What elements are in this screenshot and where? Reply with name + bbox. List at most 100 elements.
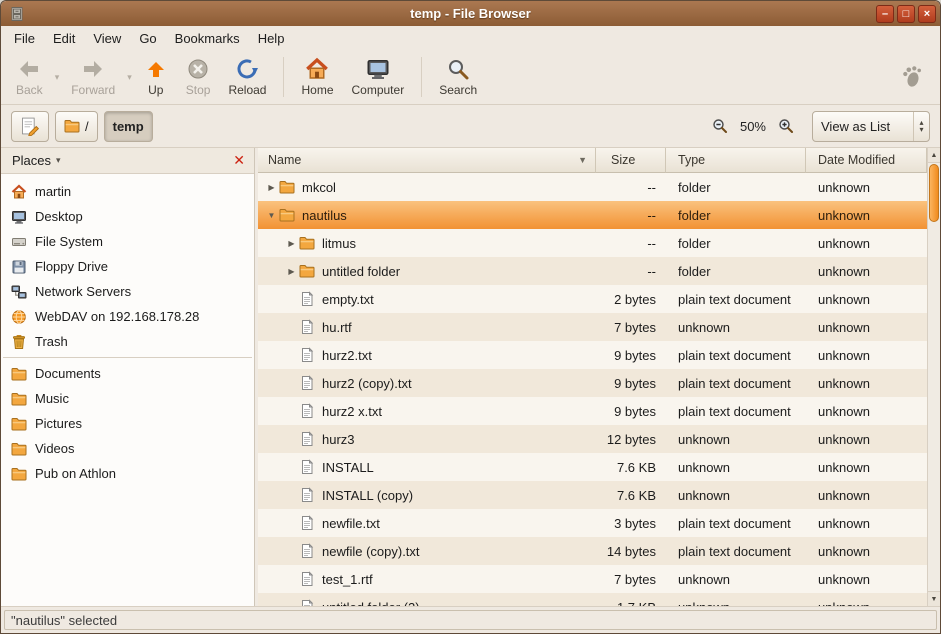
table-row[interactable]: empty.txt 2 bytes plain text document un…: [258, 285, 927, 313]
sidebar-item-floppy-drive[interactable]: Floppy Drive: [1, 254, 254, 279]
cell-date: unknown: [806, 404, 927, 419]
stop-button[interactable]: Stop: [177, 54, 220, 100]
cell-type: plain text document: [666, 404, 806, 419]
cell-type: folder: [666, 264, 806, 279]
path-button-temp[interactable]: temp: [104, 111, 153, 142]
toggle-location-entry-button[interactable]: [11, 111, 49, 142]
gnome-throbber-icon: [900, 65, 924, 89]
text-file-icon: [299, 319, 315, 335]
expander-icon[interactable]: ▶: [284, 239, 299, 248]
sort-indicator-icon: ▼: [578, 155, 587, 165]
cell-type: unknown: [666, 600, 806, 607]
sidebar-item-martin[interactable]: martin: [1, 179, 254, 204]
scroll-up-button[interactable]: ▲: [928, 148, 940, 163]
cell-type: folder: [666, 208, 806, 223]
menu-help[interactable]: Help: [249, 28, 294, 49]
zoom-out-button[interactable]: [708, 114, 732, 138]
places-selector-button[interactable]: Places ▾: [6, 151, 67, 170]
table-row[interactable]: untitled folder (2) 1.7 KB unknown unkno…: [258, 593, 927, 606]
expander-icon[interactable]: ▶: [284, 267, 299, 276]
table-row[interactable]: hurz2.txt 9 bytes plain text document un…: [258, 341, 927, 369]
minimize-button[interactable]: –: [876, 5, 894, 23]
cell-date: unknown: [806, 544, 927, 559]
table-row[interactable]: INSTALL 7.6 KB unknown unknown: [258, 453, 927, 481]
home-button[interactable]: Home: [292, 54, 342, 100]
back-button[interactable]: Back: [7, 54, 52, 100]
path-button-root[interactable]: /: [55, 111, 98, 142]
menu-file[interactable]: File: [5, 28, 44, 49]
column-header-size[interactable]: Size: [596, 148, 666, 173]
sidebar-item-file-system[interactable]: File System: [1, 229, 254, 254]
sidebar-item-webdav[interactable]: WebDAV on 192.168.178.28: [1, 304, 254, 329]
edit-location-icon: [20, 116, 40, 136]
table-row[interactable]: hurz3 12 bytes unknown unknown: [258, 425, 927, 453]
maximize-button[interactable]: □: [897, 5, 915, 23]
cell-date: unknown: [806, 432, 927, 447]
up-button[interactable]: Up: [135, 54, 177, 100]
close-button[interactable]: ×: [918, 5, 936, 23]
table-row[interactable]: INSTALL (copy) 7.6 KB unknown unknown: [258, 481, 927, 509]
table-row[interactable]: test_1.rtf 7 bytes unknown unknown: [258, 565, 927, 593]
menu-go[interactable]: Go: [130, 28, 165, 49]
column-header-name[interactable]: Name ▼: [258, 148, 596, 173]
folder-icon: [11, 441, 27, 457]
folder-icon: [279, 179, 295, 195]
cell-date: unknown: [806, 516, 927, 531]
cell-date: unknown: [806, 460, 927, 475]
cell-type: plain text document: [666, 348, 806, 363]
cell-type: plain text document: [666, 516, 806, 531]
text-file-icon: [299, 571, 315, 587]
titlebar[interactable]: temp - File Browser – □ ×: [1, 1, 940, 26]
table-row[interactable]: ▶untitled folder -- folder unknown: [258, 257, 927, 285]
column-header-date-modified[interactable]: Date Modified: [806, 148, 927, 173]
folder-icon: [299, 263, 315, 279]
computer-button[interactable]: Computer: [343, 54, 414, 100]
folder-icon: [64, 118, 80, 134]
sidebar-item-documents[interactable]: Documents: [1, 361, 254, 386]
close-sidebar-button[interactable]: ✕: [229, 152, 249, 169]
vertical-scrollbar[interactable]: ▲ ▼: [927, 148, 940, 606]
scroll-down-button[interactable]: ▼: [928, 591, 940, 606]
back-history-dropdown-icon[interactable]: ▾: [52, 72, 63, 83]
menu-bookmarks[interactable]: Bookmarks: [166, 28, 249, 49]
sidebar-item-desktop[interactable]: Desktop: [1, 204, 254, 229]
text-file-icon: [299, 431, 315, 447]
menu-edit[interactable]: Edit: [44, 28, 84, 49]
cell-type: unknown: [666, 572, 806, 587]
expander-icon[interactable]: ▼: [264, 211, 279, 220]
cell-date: unknown: [806, 236, 927, 251]
table-row[interactable]: hurz2 (copy).txt 9 bytes plain text docu…: [258, 369, 927, 397]
filesystem-icon: [11, 234, 27, 250]
table-row[interactable]: newfile.txt 3 bytes plain text document …: [258, 509, 927, 537]
table-row-selected[interactable]: ▼nautilus -- folder unknown: [258, 201, 927, 229]
menu-view[interactable]: View: [84, 28, 130, 49]
cell-date: unknown: [806, 180, 927, 195]
forward-history-dropdown-icon[interactable]: ▾: [124, 72, 135, 83]
view-mode-select[interactable]: View as List ▴▾: [812, 111, 930, 142]
sidebar-item-pictures[interactable]: Pictures: [1, 411, 254, 436]
file-browser-window: temp - File Browser – □ × File Edit View…: [0, 0, 941, 634]
search-button[interactable]: Search: [430, 54, 486, 100]
table-row[interactable]: ▶litmus -- folder unknown: [258, 229, 927, 257]
sidebar-item-network-servers[interactable]: Network Servers: [1, 279, 254, 304]
table-row[interactable]: ▶mkcol -- folder unknown: [258, 173, 927, 201]
reload-icon: [235, 57, 259, 81]
cell-size: 3 bytes: [596, 516, 666, 531]
sidebar-item-pub-on-athlon[interactable]: Pub on Athlon: [1, 461, 254, 486]
sidebar-item-music[interactable]: Music: [1, 386, 254, 411]
sidebar-item-videos[interactable]: Videos: [1, 436, 254, 461]
table-row[interactable]: hurz2 x.txt 9 bytes plain text document …: [258, 397, 927, 425]
zoom-out-icon: [712, 118, 728, 134]
scrollbar-thumb[interactable]: [929, 164, 939, 222]
cell-size: --: [596, 264, 666, 279]
sidebar-item-trash[interactable]: Trash: [1, 329, 254, 354]
column-header-type[interactable]: Type: [666, 148, 806, 173]
zoom-in-button[interactable]: [774, 114, 798, 138]
forward-button[interactable]: Forward: [62, 54, 124, 100]
table-row[interactable]: newfile (copy).txt 14 bytes plain text d…: [258, 537, 927, 565]
table-row[interactable]: hu.rtf 7 bytes unknown unknown: [258, 313, 927, 341]
folder-icon: [11, 416, 27, 432]
reload-button[interactable]: Reload: [219, 54, 275, 100]
cell-size: 9 bytes: [596, 376, 666, 391]
expander-icon[interactable]: ▶: [264, 183, 279, 192]
